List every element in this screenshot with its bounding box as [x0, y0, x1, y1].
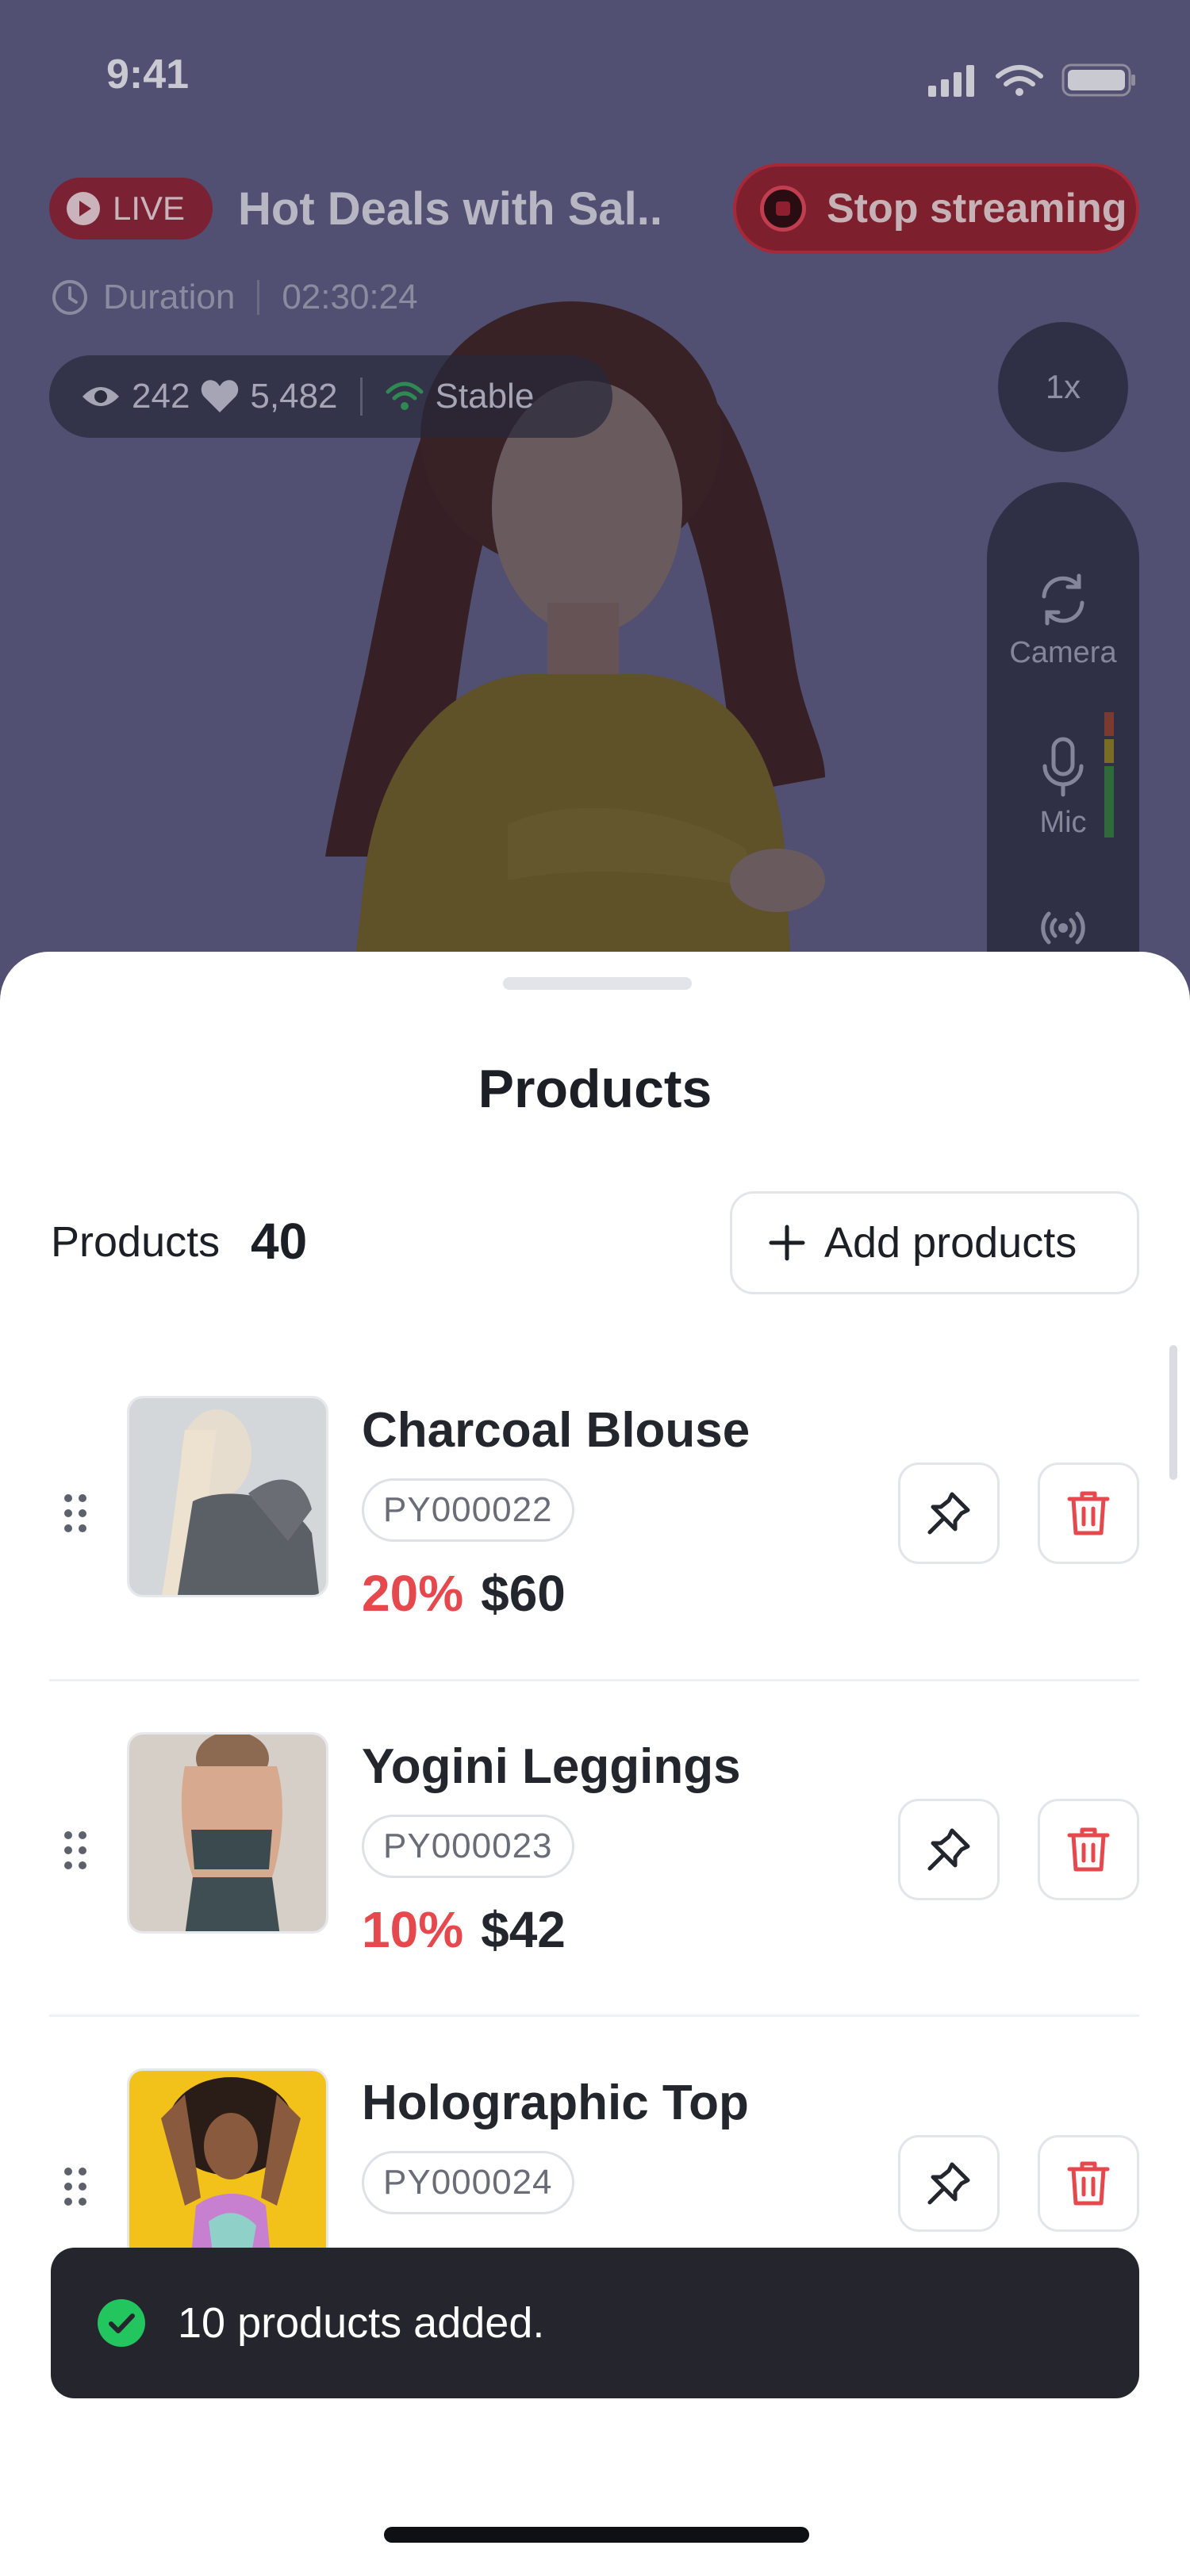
sheet-grabber[interactable] — [503, 977, 692, 990]
product-name: Holographic Top — [362, 2076, 749, 2130]
success-toast: 10 products added. — [51, 2248, 1139, 2398]
sheet-title: Products — [478, 1059, 712, 1119]
product-image — [129, 1735, 326, 1931]
trash-icon — [1067, 2161, 1110, 2206]
toast-message: 10 products added. — [178, 2299, 545, 2347]
battery-icon — [1061, 63, 1135, 97]
heart-icon — [202, 380, 239, 412]
stream-title: Hot Deals with Sal.. — [238, 183, 662, 235]
wifi-signal-icon — [386, 381, 424, 410]
trash-icon — [1067, 1491, 1110, 1535]
product-image — [129, 1398, 326, 1595]
row-divider — [49, 2014, 1139, 2017]
product-thumbnail — [127, 1732, 328, 1934]
drag-handle-icon[interactable] — [63, 1493, 87, 1533]
discount: 20% — [362, 1565, 464, 1622]
add-products-label: Add products — [824, 1219, 1077, 1267]
price-row: 20% $60 — [362, 1564, 566, 1623]
connection-status: Stable — [435, 377, 535, 416]
row-divider — [49, 1679, 1139, 1681]
camera-switch-button[interactable]: Camera — [987, 569, 1139, 670]
price-row: 10% $42 — [362, 1900, 566, 1959]
mic-button[interactable]: Mic — [987, 736, 1139, 840]
pin-icon — [927, 2162, 970, 2205]
product-sku: PY000024 — [362, 2151, 574, 2214]
check-circle-icon — [98, 2299, 145, 2347]
live-label: LIVE — [113, 190, 186, 227]
pin-icon — [927, 1828, 970, 1871]
delete-button[interactable] — [1038, 1462, 1139, 1564]
signal-icon — [928, 65, 974, 97]
wifi-icon — [996, 65, 1043, 86]
viewer-count: 242 — [132, 377, 190, 416]
discount: 10% — [362, 1901, 464, 1958]
plus-icon — [769, 1225, 805, 1261]
pin-icon — [927, 1492, 970, 1535]
stop-streaming-label: Stop streaming — [827, 186, 1127, 232]
product-sku: PY000023 — [362, 1815, 574, 1878]
product-thumbnail — [127, 1396, 328, 1597]
microphone-icon — [1042, 737, 1084, 797]
like-count: 5,482 — [250, 377, 338, 416]
duration-value: 02:30:24 — [282, 278, 418, 316]
delete-button[interactable] — [1038, 2135, 1139, 2232]
broadcast-button[interactable] — [987, 903, 1139, 958]
price: $60 — [481, 1565, 566, 1622]
divider — [359, 378, 363, 416]
play-icon — [67, 192, 100, 225]
duration-label: Duration — [103, 278, 236, 316]
divider — [257, 280, 260, 315]
speed-button[interactable]: 1x — [998, 322, 1128, 452]
sku-text: PY000022 — [383, 1490, 553, 1529]
duration-row: Duration 02:30:24 — [51, 278, 418, 317]
sku-text: PY000023 — [383, 1827, 553, 1865]
delete-button[interactable] — [1038, 1799, 1139, 1900]
mic-label: Mic — [1039, 806, 1087, 839]
price: $42 — [481, 1901, 566, 1958]
status-time: 9:41 — [106, 52, 190, 98]
stream-stats: 242 5,482 Stable — [49, 355, 612, 438]
pin-button[interactable] — [898, 1462, 1000, 1564]
broadcast-icon — [1041, 911, 1085, 945]
product-name: Yogini Leggings — [362, 1739, 741, 1794]
product-image — [129, 2071, 326, 2251]
eye-icon — [83, 387, 119, 406]
pin-button[interactable] — [898, 2135, 1000, 2232]
drag-handle-icon[interactable] — [63, 1830, 87, 1870]
audio-level-meter — [1104, 712, 1114, 838]
stop-streaming-button[interactable]: Stop streaming — [733, 163, 1139, 254]
live-badge: LIVE — [49, 178, 213, 240]
trash-icon — [1067, 1827, 1110, 1872]
record-icon — [760, 186, 806, 232]
camera-switch-icon — [1042, 573, 1084, 626]
drag-handle-icon[interactable] — [63, 2167, 87, 2206]
status-icons — [928, 63, 1135, 97]
products-count-label: Products — [51, 1218, 221, 1266]
product-name: Charcoal Blouse — [362, 1403, 750, 1458]
list-scrollbar[interactable] — [1169, 1345, 1177, 1480]
sku-text: PY000024 — [383, 2163, 553, 2202]
home-indicator[interactable] — [384, 2527, 809, 2543]
camera-label: Camera — [1009, 636, 1117, 669]
add-products-button[interactable]: Add products — [730, 1191, 1139, 1294]
pin-button[interactable] — [898, 1799, 1000, 1900]
product-sku: PY000022 — [362, 1478, 574, 1542]
clock-icon — [52, 280, 87, 315]
speed-label: 1x — [1045, 368, 1081, 405]
products-count: 40 — [251, 1213, 308, 1270]
product-thumbnail — [127, 2068, 328, 2251]
